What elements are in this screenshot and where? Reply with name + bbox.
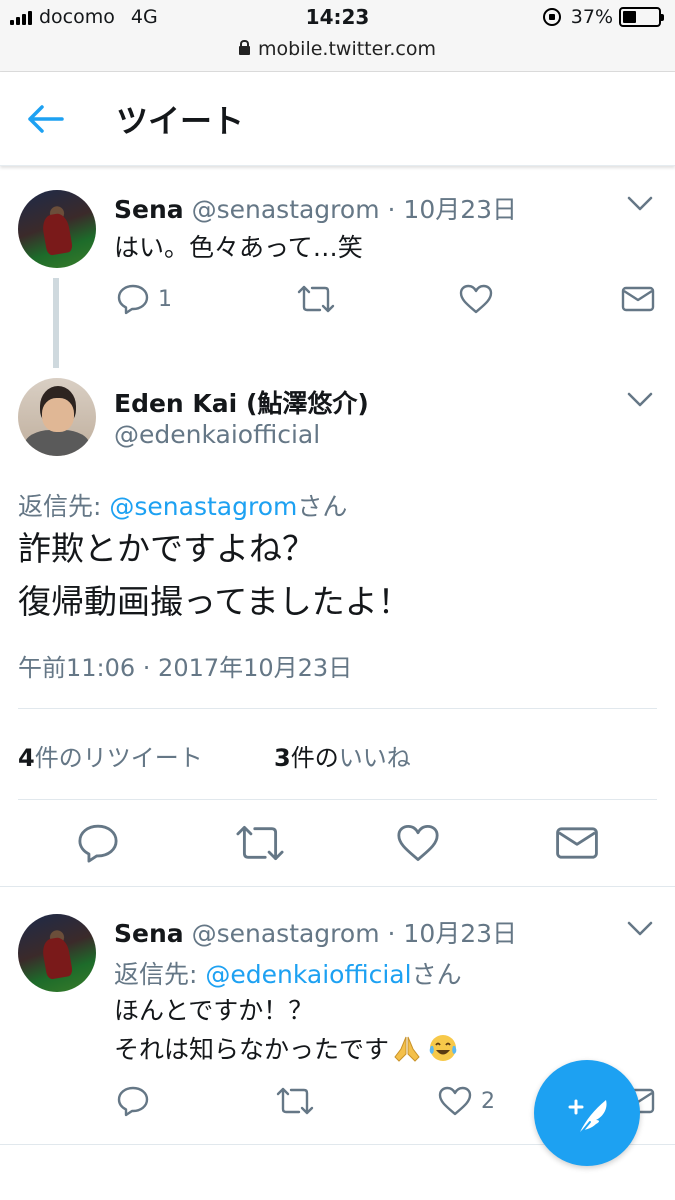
share-dm-button[interactable] [555, 824, 599, 862]
address-bar[interactable]: mobile.twitter.com [0, 38, 675, 60]
tweet-timestamp[interactable]: 午前11:06 · 2017年10月23日 [18, 648, 352, 683]
retweet-icon [276, 1087, 314, 1115]
avatar[interactable] [18, 914, 96, 992]
retweet-stat[interactable]: 4件のリツイート [18, 738, 203, 773]
envelope-icon [621, 286, 655, 312]
like-count: 2 [481, 1088, 495, 1114]
tears-of-joy-emoji-icon [427, 1032, 459, 1064]
reply-button[interactable] [116, 1085, 150, 1117]
tweet-text: はい。色々あって…笑 [114, 233, 363, 262]
like-button[interactable] [395, 822, 441, 864]
reply-context: 返信先: @edenkaiofficialさん [114, 960, 462, 989]
status-bar: docomo 4G 14:23 37% mobile.twitter.com [0, 0, 675, 72]
tweet-text-line2: 復帰動画撮ってましたよ！ [18, 582, 411, 621]
avatar[interactable] [18, 378, 96, 456]
chevron-down-icon[interactable] [626, 391, 654, 409]
folded-hands-emoji-icon [391, 1033, 423, 1063]
tweet-text-line1: ほんとですか！？ [114, 996, 314, 1025]
user-handle[interactable]: @senastagrom [192, 195, 380, 224]
user-handle[interactable]: @edenkaiofficial [114, 420, 320, 449]
reply-icon [117, 1086, 149, 1117]
mention-link[interactable]: @senastagrom [109, 492, 297, 521]
user-handle[interactable]: @senastagrom [192, 919, 380, 948]
reply-icon [78, 824, 118, 863]
heart-icon [438, 1086, 472, 1116]
chevron-down-icon[interactable] [626, 920, 654, 938]
retweet-button[interactable] [275, 1085, 315, 1117]
share-dm-button[interactable] [621, 285, 655, 313]
reply-icon [117, 284, 149, 315]
retweet-icon [297, 285, 335, 313]
separator-dot: · [387, 195, 396, 224]
divider [18, 708, 657, 709]
envelope-icon [556, 827, 598, 859]
separator-dot: · [387, 919, 396, 948]
back-arrow-icon[interactable] [26, 104, 66, 134]
reply-button[interactable]: 1 [116, 283, 172, 315]
retweet-button[interactable] [296, 283, 336, 315]
compose-feather-icon [568, 1099, 607, 1135]
reply-count: 1 [158, 286, 172, 312]
display-name[interactable]: Eden Kai (鮎澤悠介) [114, 384, 369, 420]
status-right: 37% [542, 6, 664, 28]
retweet-icon [236, 825, 284, 861]
like-button[interactable]: 2 [437, 1085, 495, 1117]
top-header: ツイート [0, 72, 675, 166]
rotation-lock-icon [542, 8, 561, 26]
url-text: mobile.twitter.com [257, 38, 437, 60]
retweet-button[interactable] [234, 822, 286, 864]
like-stat[interactable]: 3件のいいね [274, 738, 411, 773]
like-button[interactable] [458, 283, 494, 315]
display-name[interactable]: Sena [114, 195, 184, 224]
thread-connector [53, 278, 59, 368]
heart-icon [397, 824, 439, 862]
display-name[interactable]: Sena [114, 919, 184, 948]
battery-icon [619, 7, 664, 27]
heart-icon [459, 284, 493, 314]
page-title: ツイート [116, 102, 245, 140]
divider [0, 886, 675, 887]
compose-tweet-button[interactable] [534, 1060, 640, 1166]
tweet-header: Sena @senastagrom · 10月23日 [114, 914, 517, 950]
tweet-date[interactable]: 10月23日 [403, 919, 517, 948]
tweet-header: Sena @senastagrom · 10月23日 [114, 190, 517, 226]
reply-button[interactable] [76, 822, 120, 864]
tweet-text-line1: 詐欺とかですよね？ [18, 529, 315, 568]
battery-percent: 37% [570, 6, 613, 28]
chevron-down-icon[interactable] [626, 195, 654, 213]
page: docomo 4G 14:23 37% mobile.twitter.com ツ… [0, 0, 675, 1200]
divider [18, 799, 657, 800]
avatar[interactable] [18, 190, 96, 268]
tweet-date[interactable]: 10月23日 [403, 195, 517, 224]
tweet-text-line2: それは知らなかったです [114, 1030, 459, 1066]
padlock-icon [238, 40, 250, 55]
reply-context: 返信先: @senastagromさん [18, 492, 348, 521]
mention-link[interactable]: @edenkaiofficial [205, 960, 411, 989]
